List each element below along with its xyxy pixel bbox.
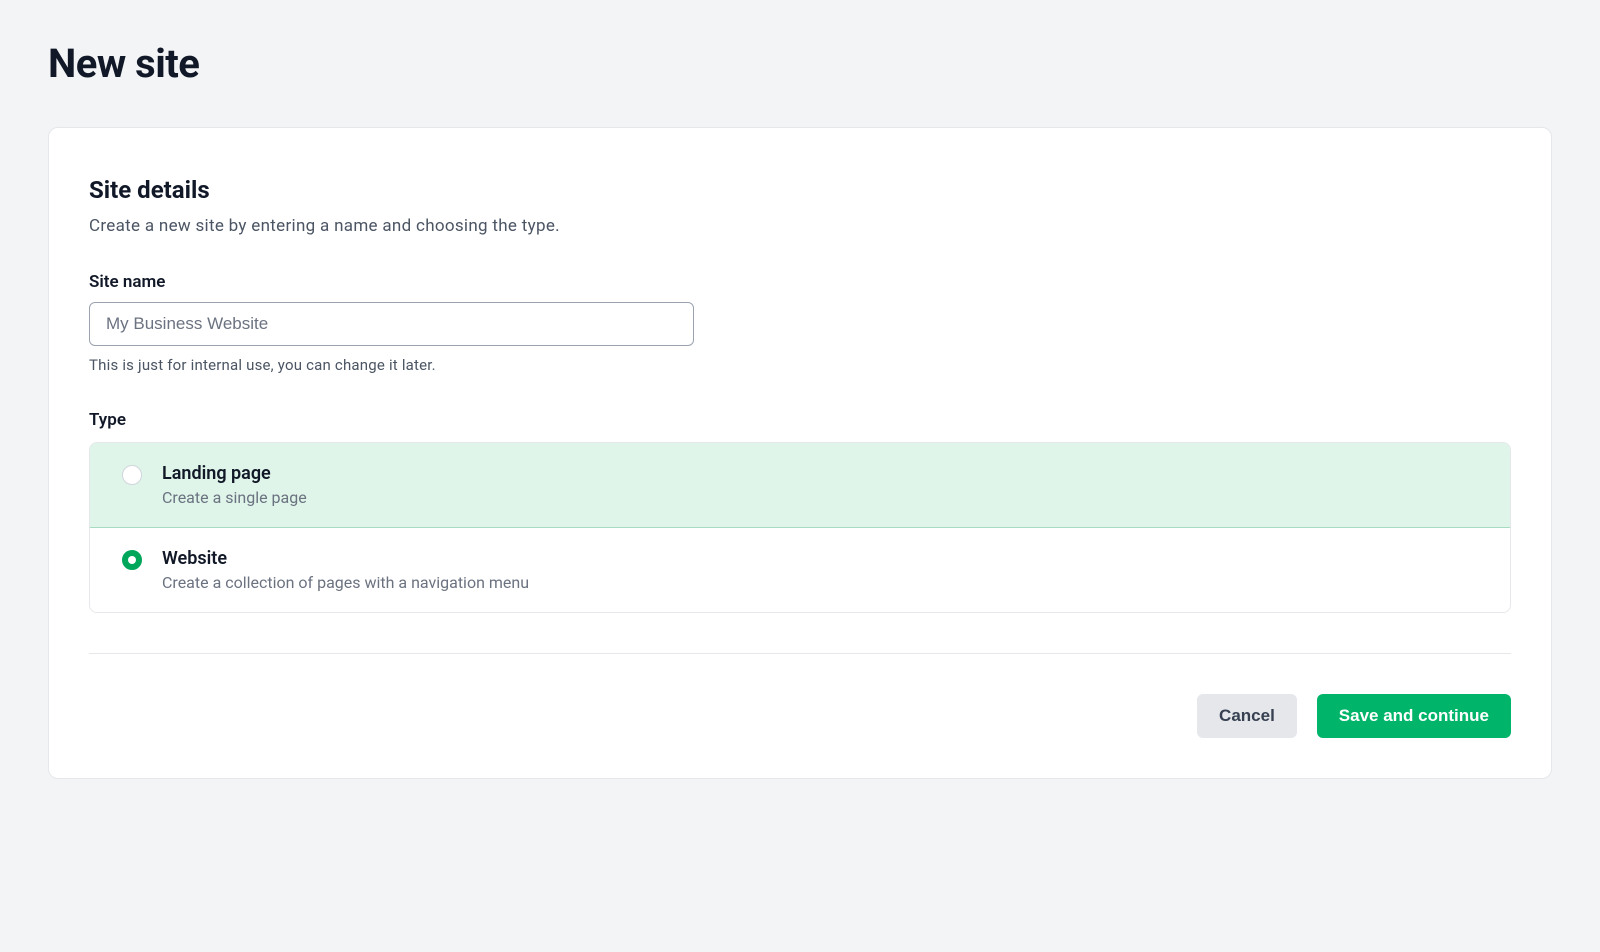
type-option-text: Website Create a collection of pages wit…: [162, 548, 1486, 592]
page-title: New site: [48, 40, 1552, 87]
radio-icon: [122, 550, 142, 570]
type-option-website[interactable]: Website Create a collection of pages wit…: [90, 528, 1510, 612]
section-description: Create a new site by entering a name and…: [89, 216, 1511, 236]
cancel-button[interactable]: Cancel: [1197, 694, 1297, 738]
type-option-landing-page[interactable]: Landing page Create a single page: [90, 443, 1510, 528]
action-bar: Cancel Save and continue: [89, 694, 1511, 738]
site-name-field-group: Site name This is just for internal use,…: [89, 272, 1511, 374]
type-field-group: Type Landing page Create a single page W…: [89, 410, 1511, 613]
type-option-description: Create a collection of pages with a navi…: [162, 573, 1486, 592]
radio-icon: [122, 465, 142, 485]
site-details-card: Site details Create a new site by enteri…: [48, 127, 1552, 779]
type-radio-list: Landing page Create a single page Websit…: [89, 442, 1511, 613]
type-option-title: Landing page: [162, 463, 1486, 484]
divider: [89, 653, 1511, 654]
save-and-continue-button[interactable]: Save and continue: [1317, 694, 1511, 738]
section-title: Site details: [89, 176, 1511, 204]
type-option-text: Landing page Create a single page: [162, 463, 1486, 507]
site-name-label: Site name: [89, 272, 1511, 292]
site-name-help: This is just for internal use, you can c…: [89, 356, 1511, 374]
site-name-input[interactable]: [89, 302, 694, 346]
type-option-description: Create a single page: [162, 488, 1486, 507]
type-option-title: Website: [162, 548, 1486, 569]
type-label: Type: [89, 410, 1511, 430]
